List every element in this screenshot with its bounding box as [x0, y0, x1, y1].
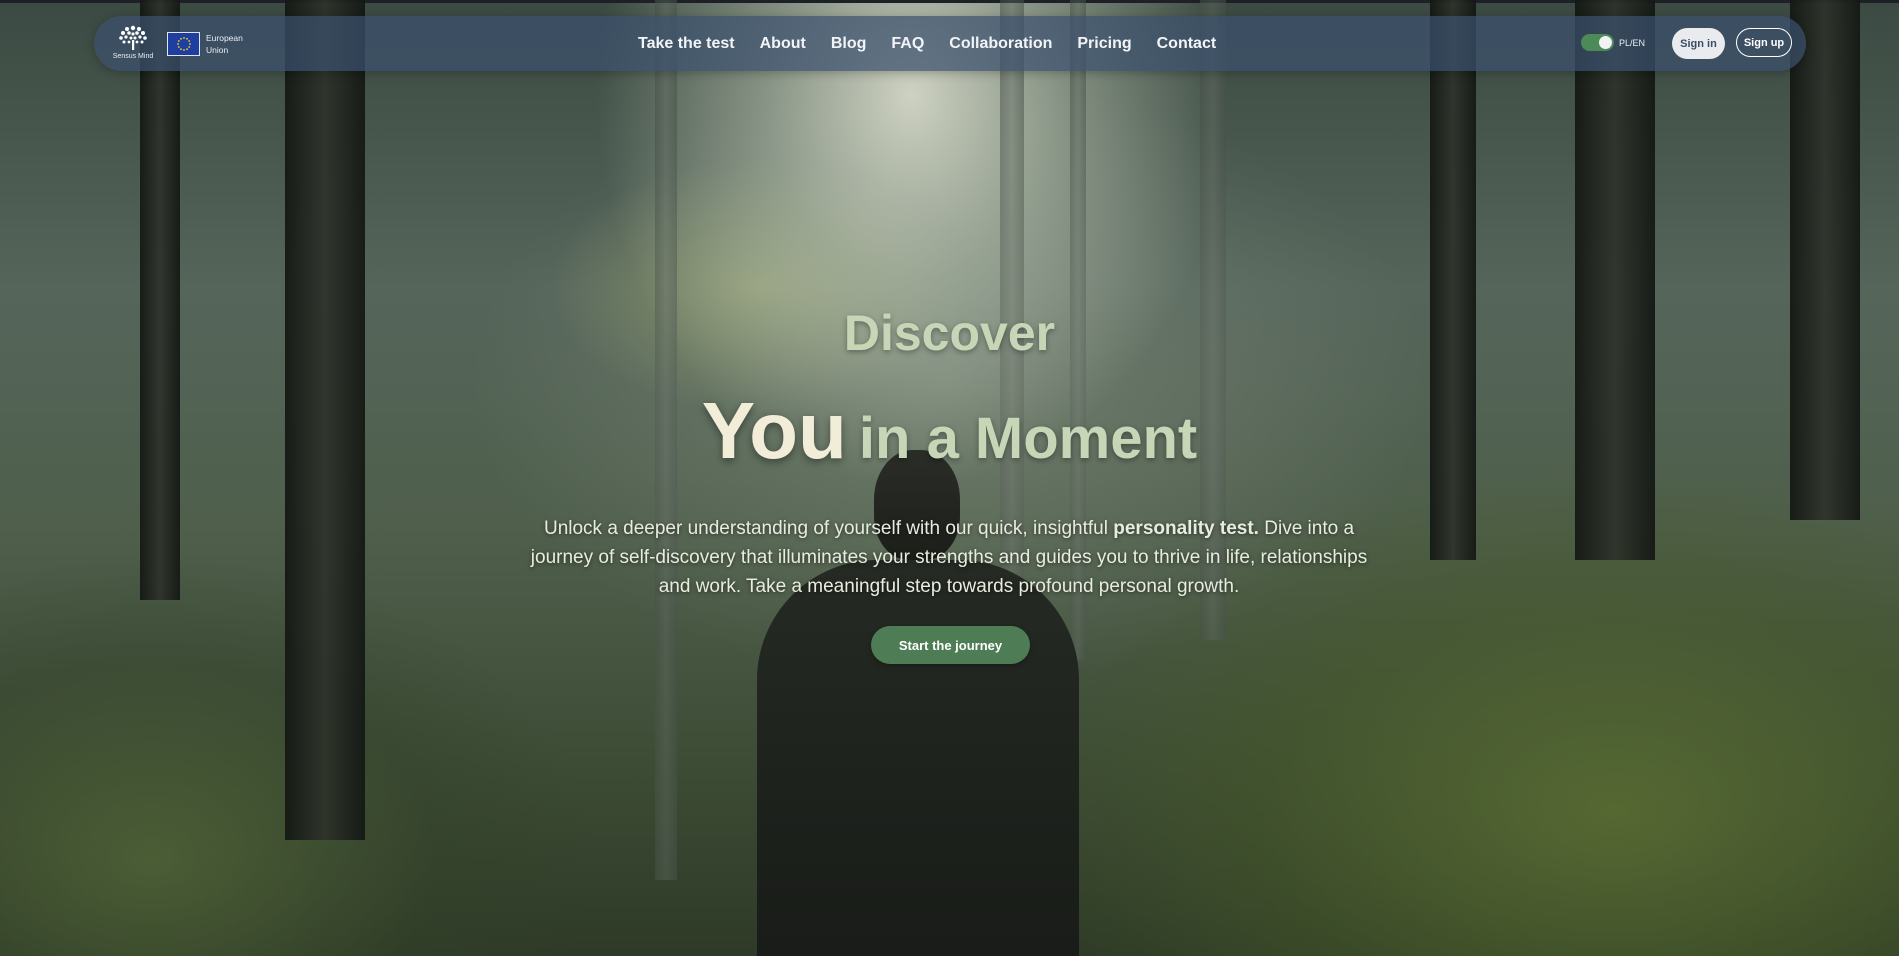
sign-up-button[interactable]: Sign up: [1736, 28, 1792, 57]
hero-title-line2: You in a Moment: [0, 385, 1899, 477]
nav-contact[interactable]: Contact: [1157, 35, 1217, 53]
eu-label-line2: Union: [206, 45, 229, 55]
brain-tree-icon: [119, 25, 147, 50]
main-menu: Take the test About Blog FAQ Collaborati…: [638, 16, 1241, 71]
language-toggle[interactable]: [1581, 34, 1614, 51]
top-navbar: Sensus Mind European Union Take the test…: [94, 16, 1806, 71]
start-journey-button[interactable]: Start the journey: [871, 626, 1030, 664]
eu-flag-icon: [167, 32, 200, 56]
nav-about[interactable]: About: [760, 35, 806, 53]
nav-collaboration[interactable]: Collaboration: [949, 35, 1052, 53]
nav-pricing[interactable]: Pricing: [1077, 35, 1131, 53]
language-label: PL/EN: [1619, 37, 1646, 48]
nav-blog[interactable]: Blog: [831, 35, 867, 53]
hero-title-you: You: [701, 386, 847, 475]
hero-description: Unlock a deeper understanding of yoursel…: [519, 514, 1379, 601]
eu-label-line1: European: [206, 33, 243, 43]
eu-badge: European Union: [167, 32, 246, 56]
brand-logo[interactable]: Sensus Mind: [111, 22, 155, 66]
logo-text: Sensus Mind: [112, 53, 154, 60]
nav-take-the-test[interactable]: Take the test: [638, 35, 735, 53]
hero-title-discover: Discover: [843, 305, 1056, 361]
person-silhouette-body: [757, 560, 1079, 956]
hero-description-bold: personality test.: [1113, 518, 1259, 539]
toggle-knob: [1599, 36, 1612, 49]
language-switch[interactable]: PL/EN: [1581, 34, 1645, 51]
hero-title-moment: in a Moment: [858, 406, 1198, 471]
eu-label: European Union: [206, 32, 246, 56]
hero-background: Sensus Mind European Union Take the test…: [0, 0, 1899, 956]
hero-description-part1: Unlock a deeper understanding of yoursel…: [543, 518, 1114, 539]
nav-faq[interactable]: FAQ: [891, 35, 924, 53]
sign-in-button[interactable]: Sign in: [1672, 28, 1725, 59]
